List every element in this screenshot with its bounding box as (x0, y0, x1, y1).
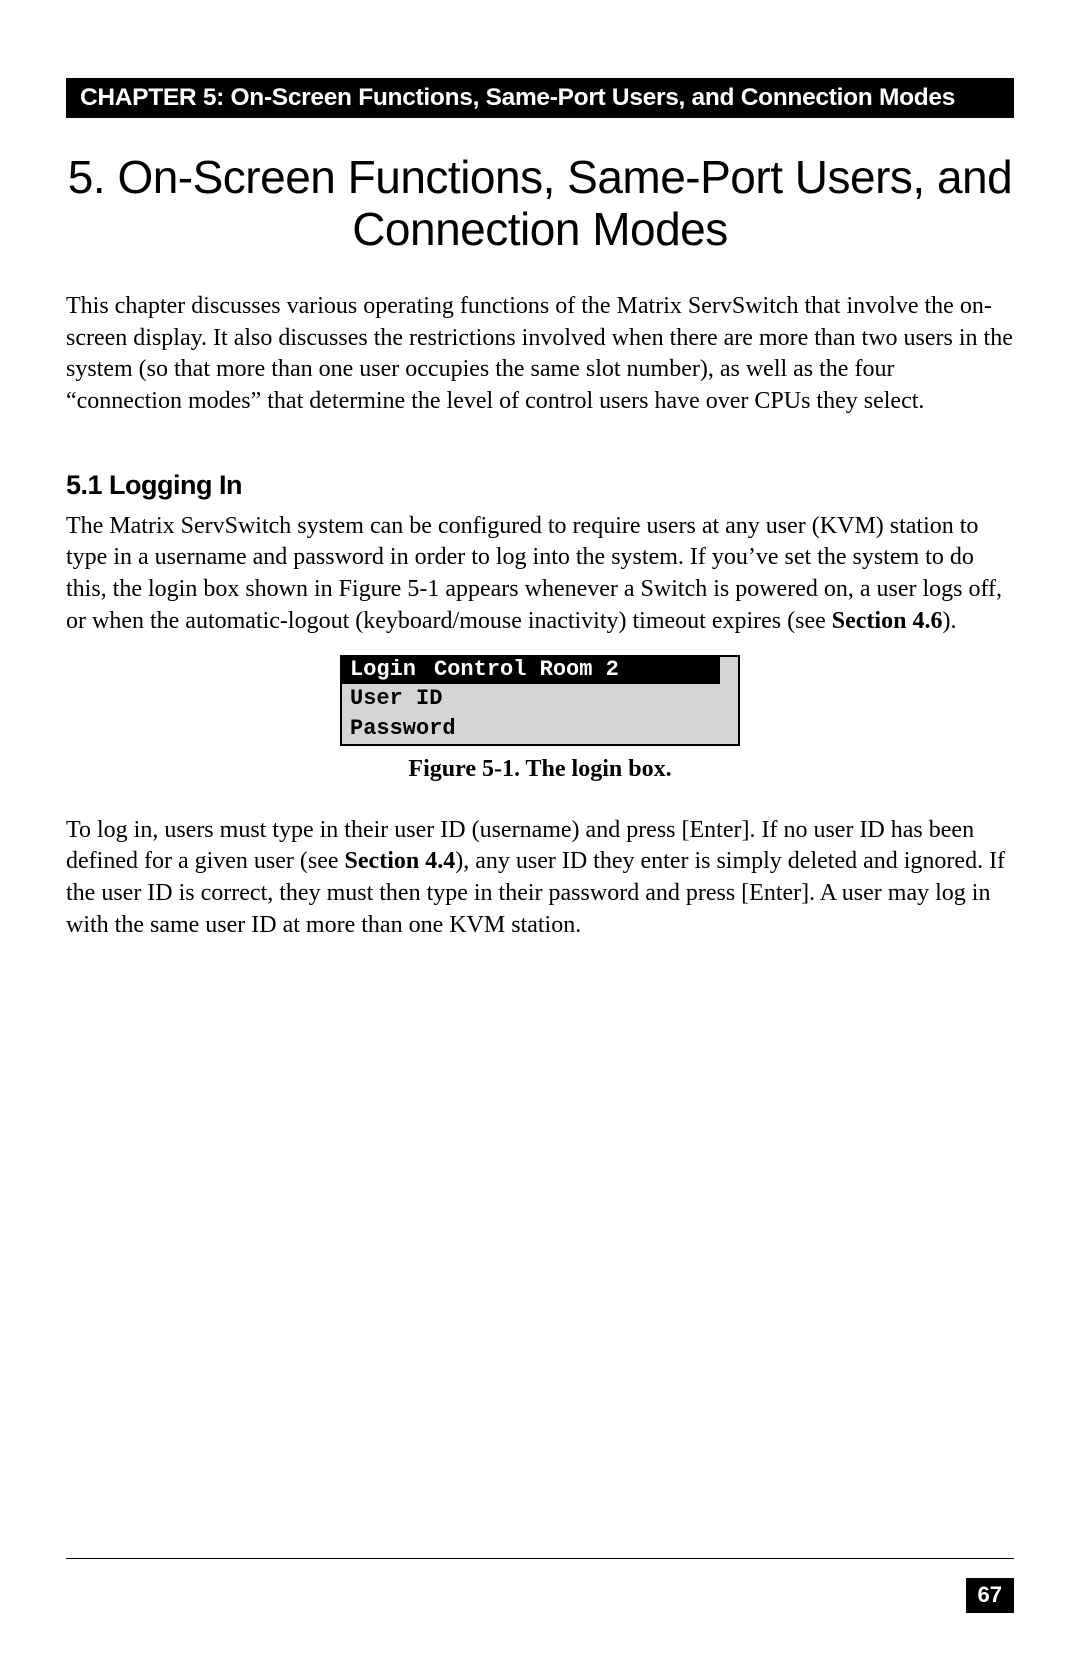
footer-rule (66, 1558, 1014, 1559)
chapter-header-bar: CHAPTER 5: On-Screen Functions, Same-Por… (66, 78, 1014, 118)
intro-paragraph: This chapter discusses various operating… (66, 291, 1014, 418)
login-box: Login Control Room 2 User ID Password (340, 655, 740, 745)
section-ref-4-6: Section 4.6 (832, 608, 943, 634)
login-title-right: Control Room 2 (434, 657, 619, 682)
section-heading-5-1: 5.1 Logging In (66, 470, 1014, 501)
para-text: ). (942, 608, 956, 634)
figure-caption-5-1: Figure 5-1. The login box. (66, 756, 1014, 783)
section-ref-4-4: Section 4.4 (345, 848, 456, 874)
login-row-password: Password (342, 714, 738, 744)
login-box-figure: Login Control Room 2 User ID Password (66, 655, 1014, 745)
section-5-1-paragraph-2: To log in, users must type in their user… (66, 815, 1014, 942)
section-5-1-paragraph-1: The Matrix ServSwitch system can be conf… (66, 511, 1014, 638)
page: CHAPTER 5: On-Screen Functions, Same-Por… (0, 0, 1080, 941)
login-row-userid: User ID (342, 684, 738, 714)
login-box-titlebar: Login Control Room 2 (342, 657, 738, 684)
login-title-left: Login (350, 657, 416, 682)
page-number: 67 (966, 1578, 1014, 1613)
chapter-title: 5. On-Screen Functions, Same-Port Users,… (66, 152, 1014, 255)
